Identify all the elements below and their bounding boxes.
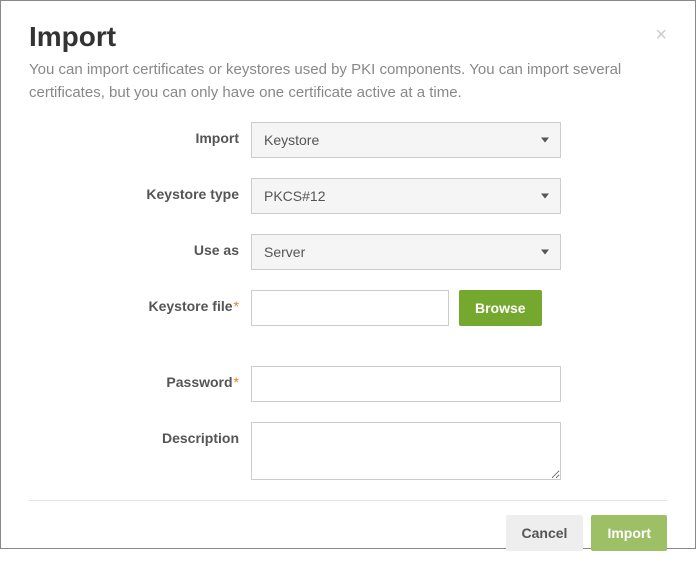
use-as-select[interactable]: Server (251, 234, 561, 270)
modal-subtitle: You can import certificates or keystores… (29, 59, 667, 104)
import-select-value: Keystore (264, 132, 319, 148)
modal-header: × Import You can import certificates or … (29, 21, 667, 122)
label-use-as: Use as (29, 234, 251, 258)
row-keystore-type: Keystore type PKCS#12 (29, 178, 667, 214)
row-password: Password* (29, 366, 667, 402)
keystore-file-input[interactable] (251, 290, 449, 326)
password-input[interactable] (251, 366, 561, 402)
modal-title: Import (29, 21, 667, 53)
label-import: Import (29, 122, 251, 146)
label-description: Description (29, 422, 251, 446)
row-description: Description (29, 422, 667, 480)
use-as-value: Server (264, 244, 305, 260)
row-import: Import Keystore (29, 122, 667, 158)
row-use-as: Use as Server (29, 234, 667, 270)
cancel-button[interactable]: Cancel (506, 515, 584, 551)
label-password: Password* (29, 366, 251, 390)
import-form: Import Keystore Keystore type PKCS#12 Us… (29, 122, 667, 500)
row-keystore-file: Keystore file* Browse (29, 290, 667, 326)
keystore-type-value: PKCS#12 (264, 188, 325, 204)
browse-button[interactable]: Browse (459, 290, 542, 326)
modal-footer: Cancel Import (29, 500, 667, 565)
keystore-type-select[interactable]: PKCS#12 (251, 178, 561, 214)
import-select[interactable]: Keystore (251, 122, 561, 158)
required-asterisk: * (234, 374, 239, 390)
required-asterisk: * (234, 298, 239, 314)
label-keystore-file: Keystore file* (29, 290, 251, 314)
label-keystore-type: Keystore type (29, 178, 251, 202)
import-button[interactable]: Import (591, 515, 667, 551)
description-textarea[interactable] (251, 422, 561, 480)
close-icon[interactable]: × (655, 25, 667, 45)
import-modal: × Import You can import certificates or … (1, 1, 695, 548)
